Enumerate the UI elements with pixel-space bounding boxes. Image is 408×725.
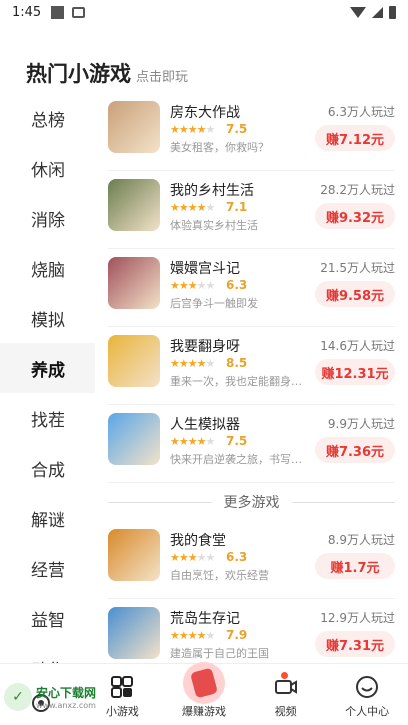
rating-stars-icon: ★★★★★ (170, 123, 215, 136)
game-rating: 7.9 (226, 628, 248, 642)
status-time: 1:45 (12, 4, 42, 20)
watermark-logo-icon: ✓ (4, 683, 32, 711)
page-title: 热门小游戏 (26, 62, 131, 86)
more-games-label: 更多游戏 (223, 495, 280, 511)
earn-button[interactable]: 赚9.32元 (315, 203, 395, 229)
rating-stars-icon: ★★★★★ (170, 629, 215, 642)
play-count: 21.5万人玩过 (320, 261, 395, 275)
category-item[interactable]: 养成 (0, 343, 95, 393)
smile-icon (355, 675, 379, 699)
game-name: 我的乡村生活 (170, 183, 254, 199)
game-description: 建造属于自己的王国 (170, 647, 269, 660)
category-item[interactable]: 休闲 (0, 143, 95, 193)
watermark-url: www.anxz.com (36, 701, 96, 710)
grid-icon (110, 675, 134, 699)
watermark: ✓ 安心下载网 www.anxz.com (4, 672, 108, 722)
rating-stars-icon: ★★★★★ (170, 435, 215, 448)
game-list[interactable]: 房东大作战 ★★★★★ 7.5 美女租客，你救吗？ 6.3万人玩过赚7.12元我的乡村生… (95, 93, 408, 663)
game-description: 后宫争斗一触即发 (170, 297, 258, 310)
section-header: 热门小游戏 点击即玩 (26, 58, 188, 88)
category-item[interactable]: 找茬 (0, 393, 95, 443)
category-item[interactable]: 消除 (0, 193, 95, 243)
earn-button[interactable]: 赚7.12元 (315, 125, 395, 151)
notification-app-icon (51, 5, 65, 19)
play-count: 6.3万人玩过 (327, 105, 395, 119)
category-item[interactable]: 烧脑 (0, 243, 95, 293)
game-rating: 6.3 (226, 278, 248, 292)
game-thumbnail[interactable] (108, 607, 160, 659)
nav-label: 个人中心 (345, 705, 390, 718)
nav-item[interactable]: 个人中心 (326, 664, 408, 725)
game-rating: 8.5 (226, 356, 248, 370)
watermark-text: 安心下载网 (36, 686, 97, 700)
game-name: 房东大作战 (170, 105, 240, 121)
page-subtitle: 点击即玩 (136, 70, 189, 85)
nav-label: 爆赚游戏 (181, 705, 226, 718)
nav-label: 视频 (274, 705, 297, 718)
game-rating: 7.1 (226, 200, 248, 214)
category-sidebar: 总榜休闲消除烧脑模拟养成找茬合成解谜经营益智动作 (0, 93, 95, 663)
play-count: 12.9万人玩过 (320, 611, 395, 625)
game-description: 自由烹饪，欢乐经营 (170, 569, 269, 582)
category-item[interactable]: 总榜 (0, 93, 95, 143)
game-row[interactable]: 嬛嬛宫斗记 ★★★★★ 6.3 后宫争斗一触即发 21.5万人玩过赚9.58元 (108, 249, 395, 327)
category-item[interactable]: 经营 (0, 543, 95, 593)
game-name: 荒岛生存记 (170, 611, 240, 627)
game-description: 美女租客，你救吗？ (170, 141, 269, 154)
category-item[interactable]: 解谜 (0, 493, 95, 543)
game-thumbnail[interactable] (108, 179, 160, 231)
rating-stars-icon: ★★★★★ (170, 357, 215, 370)
game-row[interactable]: 人生模拟器 ★★★★★ 7.5 快来开启逆袭之旅，书写你的人生 9.9万人玩过赚7.36… (108, 405, 395, 483)
game-thumbnail[interactable] (108, 335, 160, 387)
more-games-divider: 更多游戏 (108, 483, 395, 521)
game-name: 我的食堂 (170, 533, 226, 549)
game-description: 快来开启逆袭之旅，书写你的人生 (170, 453, 310, 466)
nav-label: 小游戏 (105, 705, 139, 718)
game-rating: 6.3 (226, 550, 248, 564)
play-count: 8.9万人玩过 (327, 533, 395, 547)
play-count: 14.6万人玩过 (320, 339, 395, 353)
wifi-icon (350, 6, 366, 18)
game-rating: 7.5 (226, 122, 248, 136)
status-bar: 1:45 (0, 0, 408, 24)
battery-icon (389, 5, 396, 19)
earn-button[interactable]: 赚7.36元 (315, 437, 395, 463)
earn-button[interactable]: 赚1.7元 (315, 553, 395, 579)
status-icons (350, 5, 396, 19)
game-row[interactable]: 我要翻身呀 ★★★★★ 8.5 重来一次，我也定能翻身逆袭 14.6万人玩过赚12.31… (108, 327, 395, 405)
play-count: 28.2万人玩过 (320, 183, 395, 197)
game-row[interactable]: 我的乡村生活 ★★★★★ 7.1 体验真实乡村生活 28.2万人玩过赚9.32元 (108, 171, 395, 249)
game-row[interactable]: 荒岛生存记 ★★★★★ 7.9 建造属于自己的王国 12.9万人玩过赚7.31元 (108, 599, 395, 663)
play-count: 9.9万人玩过 (327, 417, 395, 431)
red-packet-icon (182, 662, 225, 704)
game-name: 我要翻身呀 (170, 339, 240, 355)
game-name: 人生模拟器 (170, 417, 240, 433)
earn-button[interactable]: 赚12.31元 (315, 359, 395, 385)
rating-stars-icon: ★★★★★ (170, 201, 215, 214)
notification-message-icon (72, 6, 86, 18)
game-row[interactable]: 房东大作战 ★★★★★ 7.5 美女租客，你救吗？ 6.3万人玩过赚7.12元 (108, 93, 395, 171)
nav-item[interactable]: 视频 (245, 664, 327, 725)
earn-button[interactable]: 赚9.58元 (315, 281, 395, 307)
game-row[interactable]: 我的食堂 ★★★★★ 6.3 自由烹饪，欢乐经营 8.9万人玩过赚1.7元 (108, 521, 395, 599)
game-thumbnail[interactable] (108, 413, 160, 465)
game-thumbnail[interactable] (108, 529, 160, 581)
earn-button[interactable]: 赚7.31元 (315, 631, 395, 657)
game-description: 体验真实乡村生活 (170, 219, 258, 232)
category-item[interactable]: 动作 (0, 643, 95, 664)
game-thumbnail[interactable] (108, 257, 160, 309)
nav-item[interactable]: 爆赚游戏 (163, 662, 245, 725)
rating-stars-icon: ★★★★★ (170, 279, 215, 292)
category-item[interactable]: 模拟 (0, 293, 95, 343)
category-item[interactable]: 合成 (0, 443, 95, 493)
signal-icon (372, 6, 383, 18)
game-rating: 7.5 (226, 434, 248, 448)
game-thumbnail[interactable] (108, 101, 160, 153)
rating-stars-icon: ★★★★★ (170, 551, 215, 564)
game-name: 嬛嬛宫斗记 (170, 261, 240, 277)
category-item[interactable]: 益智 (0, 593, 95, 643)
game-description: 重来一次，我也定能翻身逆袭 (170, 375, 310, 388)
